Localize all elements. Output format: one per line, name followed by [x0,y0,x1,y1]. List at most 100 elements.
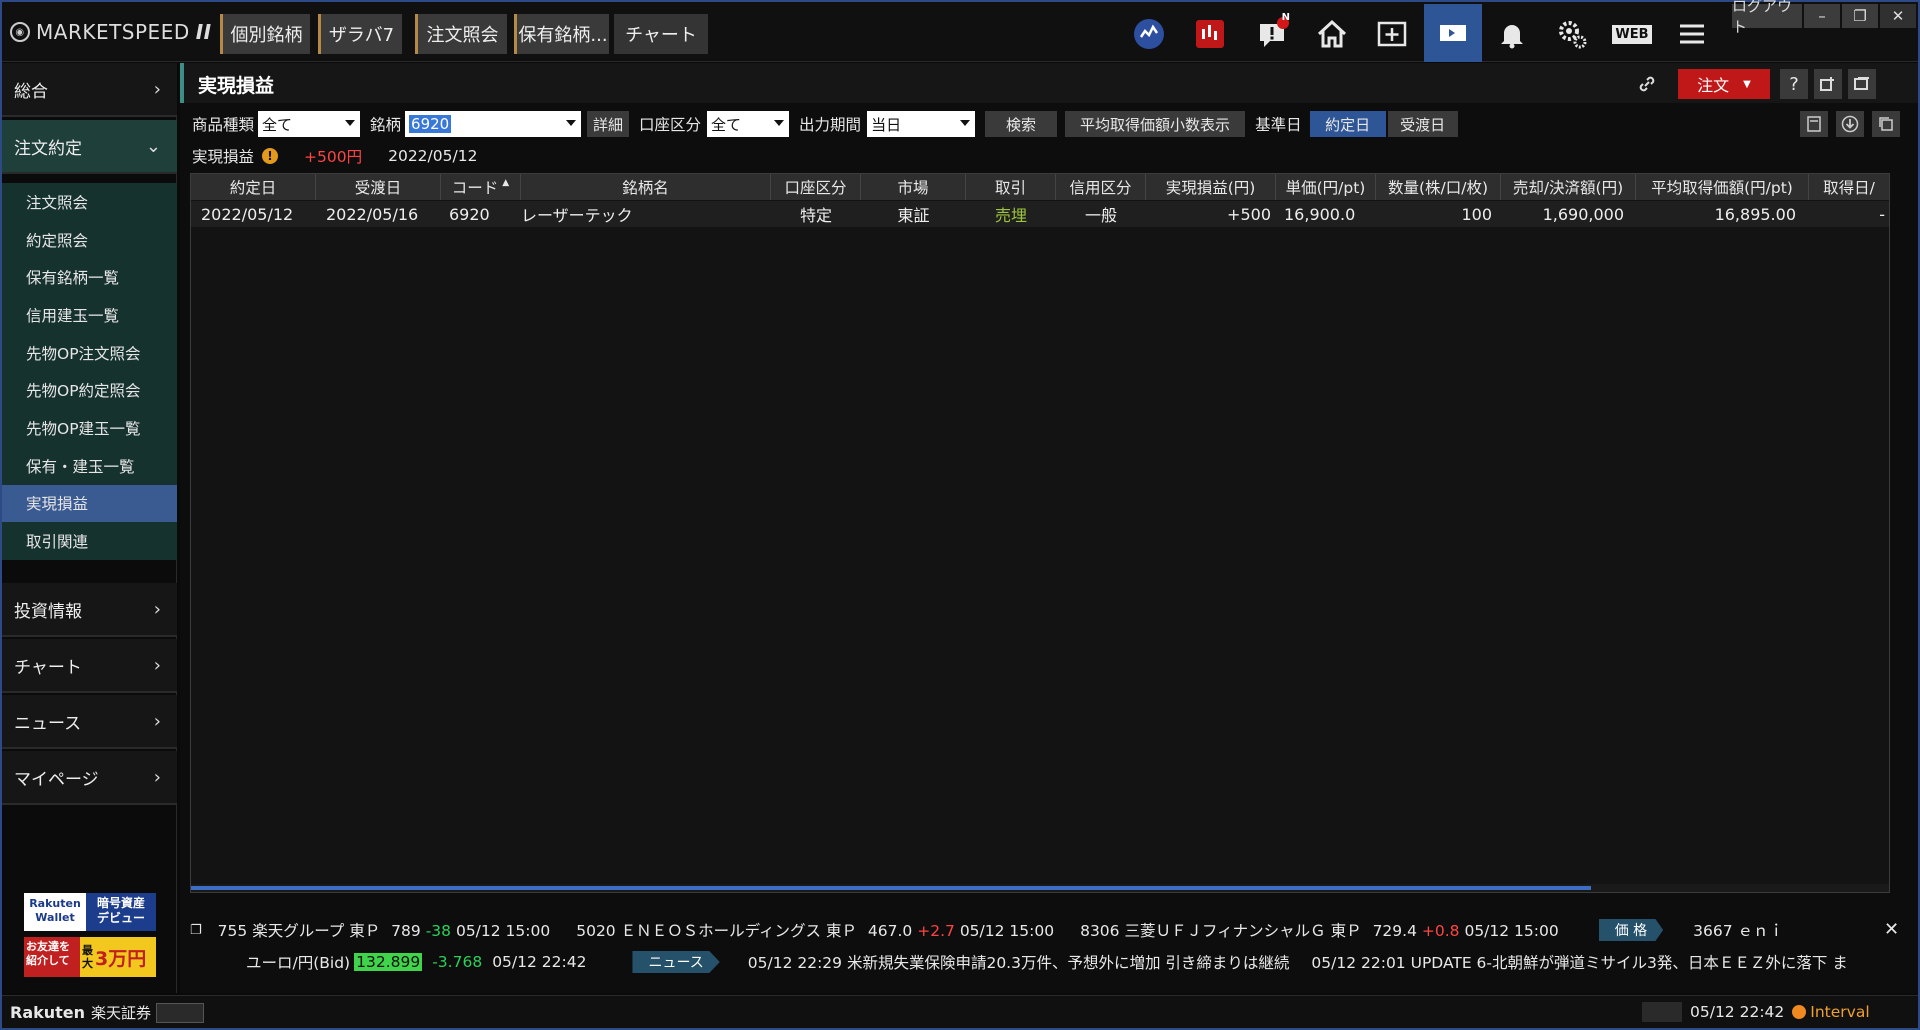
cell-trade-date: 2022/05/12 [201,204,294,224]
copy-icon[interactable] [1872,111,1900,137]
tab-order-inquiry[interactable]: 注文照会 [415,14,507,54]
sidebar-section-investment-info[interactable]: 投資情報 › [2,583,177,637]
period-select[interactable]: 当日 [867,111,976,137]
col-trade-date[interactable]: 約定日 [191,174,316,200]
sidebar-section-news[interactable]: ニュース › [2,695,177,749]
period-label: 出力期間 [799,116,862,134]
table-row[interactable]: 2022/05/12 2022/05/16 6920 レーザーテック 特定 東証… [191,201,1889,227]
sidebar-item-holdings-list[interactable]: 保有銘柄一覧 [2,258,177,296]
layout-toggle-icon[interactable] [1424,4,1482,62]
sidebar-item-realized-pnl[interactable]: 実現損益 [2,484,177,523]
tab-chart[interactable]: チャート [614,14,708,54]
cell-name: レーザーテック [521,206,633,225]
col-realized-pnl[interactable]: 実現損益(円) [1146,174,1276,200]
col-market[interactable]: 市場 [861,174,966,200]
sidebar-section-overview[interactable]: 総合 › [2,63,177,117]
avg-cost-decimal-button[interactable]: 平均取得価額小数表示 [1065,111,1246,137]
sidebar-item-margin-positions[interactable]: 信用建玉一覧 [2,296,177,334]
col-quantity[interactable]: 数量(株/口/枚) [1376,174,1501,200]
col-amount[interactable]: 売却/決済額(円) [1501,174,1636,200]
sidebar-section-mypage[interactable]: マイページ › [2,751,177,805]
main-panel: 実現損益 注文 ▼ ? 商品種類 全て 銘柄 6920 詳細 口座区分 全て 出力… [180,63,1918,993]
maximize-panel-icon[interactable] [1848,69,1876,99]
cell-avg-cost: 16,895.00 [1714,204,1796,224]
news-headline[interactable]: 05/12 22:29 米新規失業保険申請20.3万件、予想外に増加 引き締まり… [748,951,1290,973]
search-button[interactable]: 検索 [985,111,1058,137]
col-code[interactable]: コード ▲ [441,174,521,200]
chevron-down-icon: ⌄ [145,136,161,157]
sidebar-section-orders[interactable]: 注文約定 ⌄ [2,120,177,174]
trade-date-toggle[interactable]: 約定日 [1309,111,1386,137]
detail-button[interactable]: 詳細 [587,111,630,137]
candlestick-icon[interactable] [1190,14,1230,54]
horizontal-scrollbar[interactable] [191,884,1889,892]
ticker-item[interactable]: 5020 ＥＮＥＯＳホールディングス 東Ｐ 467.0 +2.7 05/12 1… [576,919,1054,941]
dropdown-arrow-icon [774,120,785,126]
logout-button[interactable]: ログアウト [1732,0,1802,36]
sidebar-item-futures-execution[interactable]: 先物OP約定照会 [2,371,177,409]
col-account[interactable]: 口座区分 [771,174,861,200]
ticker-tail: 3667 ｅｎｉ [1693,922,1785,940]
dropdown-arrow-icon [960,120,971,126]
sidebar-item-trade-related[interactable]: 取引関連 [2,522,177,560]
ticker-change: -38 [425,922,452,940]
wallet-promo-banner[interactable]: Rakuten Wallet 暗号資産 デビュー [24,893,156,931]
scrollbar-thumb[interactable] [191,886,1591,890]
gear-icon[interactable] [1552,14,1592,54]
col-avg-cost[interactable]: 平均取得価額(円/pt) [1636,174,1809,200]
col-acq-date[interactable]: 取得日/ [1809,174,1889,200]
sidebar-section-chart[interactable]: チャート › [2,639,177,693]
ticker-time: 05/12 15:00 [455,922,551,940]
web-icon[interactable]: WEB [1612,14,1652,54]
settle-date-toggle[interactable]: 受渡日 [1387,111,1458,137]
cell-trade-type: 売埋 [994,206,1027,225]
sort-asc-icon: ▲ [502,178,510,188]
col-margin-type[interactable]: 信用区分 [1056,174,1146,200]
section-label: 総合 [14,81,48,102]
user-icon[interactable] [1642,1002,1682,1022]
add-window-icon[interactable] [1372,14,1412,54]
restore-button[interactable]: ❐ [1842,4,1878,28]
warning-icon[interactable]: ! [262,148,279,164]
tab-zaraba7[interactable]: ザラバ7 [318,14,402,54]
col-name[interactable]: 銘柄名 [521,174,771,200]
col-unit-price[interactable]: 単価(円/pt) [1276,174,1376,200]
menu-icon[interactable] [1672,14,1712,54]
news-headline[interactable]: 05/12 22:01 UPDATE 6-北朝鮮が弾道ミサイル3発、日本ＥＥＺ外… [1311,951,1847,973]
sidebar-item-futures-positions[interactable]: 先物OP建玉一覧 [2,409,177,447]
sidebar-item-order-inquiry[interactable]: 注文照会 [2,183,177,221]
market-icon[interactable] [1129,14,1169,54]
ticker-item[interactable]: 755 楽天グループ 東Ｐ 789 -38 05/12 15:00 [218,919,551,941]
ticker-name: 楽天グループ [252,922,345,940]
news-alert-icon[interactable]: N [1252,12,1292,54]
close-button[interactable]: ✕ [1880,4,1916,28]
sidebar-item-execution-inquiry[interactable]: 約定照会 [2,221,177,259]
order-button[interactable]: 注文 ▼ [1678,69,1770,99]
ticker-time: 05/12 15:00 [1464,922,1559,940]
sidebar-item-holdings-positions[interactable]: 保有・建玉一覧 [2,447,177,485]
table-tools [1800,111,1900,137]
ticker-item[interactable]: 8306 三菱ＵＦＪフィナンシャルＧ 東Ｐ 729.4 +0.8 05/12 1… [1080,919,1559,941]
ticker-close-icon[interactable]: ✕ [1884,919,1899,940]
home-icon[interactable] [1312,14,1352,54]
bell-icon[interactable] [1492,14,1532,54]
col-trade-type[interactable]: 取引 [966,174,1056,200]
minimize-button[interactable]: – [1804,4,1840,28]
download-icon[interactable] [1836,111,1864,137]
referral-max-2: 大 [82,957,93,970]
link-icon[interactable] [1632,69,1662,99]
sidebar-item-futures-order[interactable]: 先物OP注文照会 [2,334,177,372]
symbol-input[interactable]: 6920 [405,111,582,137]
popout-icon[interactable] [1814,69,1842,99]
tab-holdings[interactable]: 保有銘柄... [514,14,609,54]
col-settle-date[interactable]: 受渡日 [316,174,441,200]
ticker-expand-icon[interactable]: ❐ [190,923,202,938]
calculator-icon[interactable] [1800,111,1828,137]
account-type-select[interactable]: 全て [707,111,790,137]
help-button[interactable]: ? [1780,69,1808,99]
status-toggle-icon[interactable] [156,1003,204,1023]
referral-promo-banner[interactable]: お友達を 紹介して 最 大 3万円 [24,937,156,977]
tab-individual-stock[interactable]: 個別銘柄 [220,14,310,54]
cell-amount: 1,690,000 [1542,204,1624,224]
product-type-select[interactable]: 全て [258,111,361,137]
